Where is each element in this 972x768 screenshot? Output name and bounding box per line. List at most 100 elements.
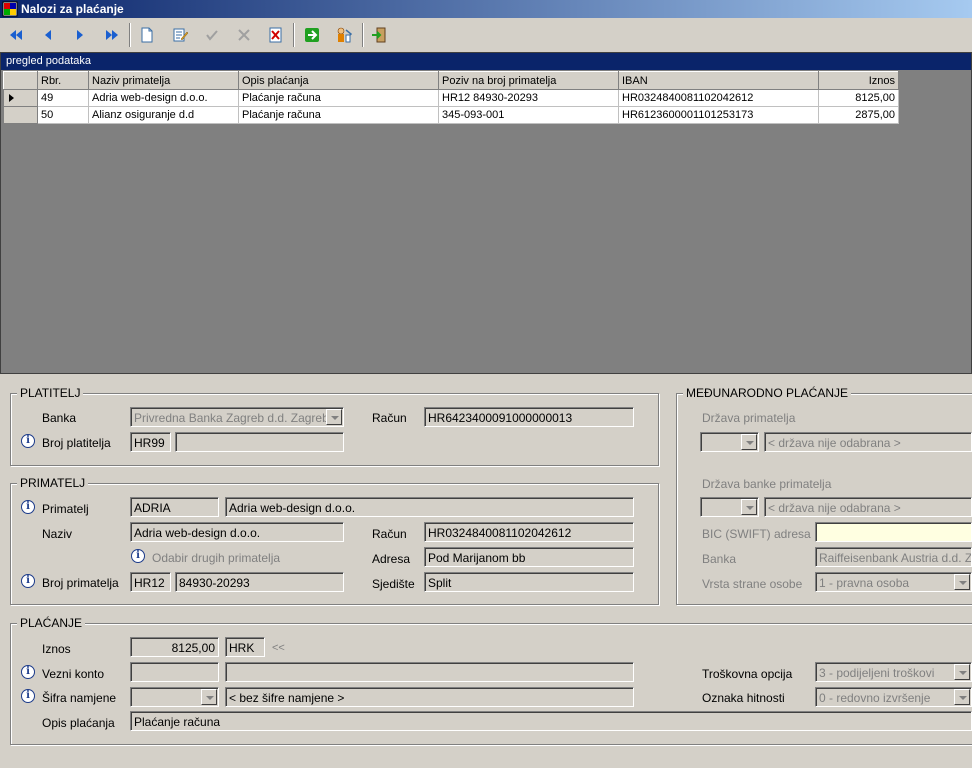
- dropdown-arrow-icon[interactable]: [954, 664, 970, 680]
- opis-placanja-field[interactable]: Plaćanje računa: [130, 711, 972, 731]
- primatelj-code-field[interactable]: ADRIA: [130, 497, 219, 517]
- cell-naziv[interactable]: Adria web-design d.o.o.: [88, 89, 239, 107]
- row-arrow-icon: [9, 94, 14, 102]
- oznaka-hitnosti-value: 0 - redovno izvršenje: [819, 691, 931, 705]
- dropdown-arrow-icon[interactable]: [954, 689, 970, 705]
- dropdown-arrow-icon[interactable]: [954, 574, 970, 590]
- last-record-button[interactable]: [100, 23, 124, 47]
- cancel-button[interactable]: [232, 23, 256, 47]
- primatelj-sjediste-field[interactable]: Split: [424, 572, 634, 592]
- title-bar: Nalozi za plaćanje: [0, 0, 972, 18]
- exit-door-icon: [372, 27, 386, 43]
- new-record-button[interactable]: [135, 23, 159, 47]
- next-icon: [77, 30, 83, 40]
- vrsta-osobe-dropdown[interactable]: 1 - pravna osoba: [815, 572, 972, 592]
- dropdown-arrow-icon[interactable]: [326, 409, 342, 425]
- column-header-poziv[interactable]: Poziv na broj primatelja: [438, 71, 619, 90]
- drzava-banke-field[interactable]: < država nije odabrana >: [764, 497, 972, 517]
- previous-icon: [45, 30, 51, 40]
- vezni-konto-label: Vezni konto: [42, 667, 105, 681]
- column-header-opis[interactable]: Opis plaćanja: [238, 71, 439, 90]
- primatelj-adresa-field[interactable]: Pod Marijanom bb: [424, 547, 634, 567]
- row-indicator: [3, 106, 38, 124]
- info-icon[interactable]: i: [21, 500, 35, 514]
- primatelj-broj-field[interactable]: 84930-20293: [175, 572, 344, 592]
- cell-rbr[interactable]: 50: [37, 106, 89, 124]
- sifra-namjene-field[interactable]: < bez šifre namjene >: [225, 687, 634, 707]
- primatelj-label: Primatelj: [42, 502, 89, 516]
- toolbar: [0, 19, 972, 51]
- last-icon: [106, 30, 118, 40]
- confirm-button[interactable]: [200, 23, 224, 47]
- column-header-rbr[interactable]: Rbr.: [37, 71, 89, 90]
- drzava-primatelja-field[interactable]: < država nije odabrana >: [764, 432, 972, 452]
- troskovna-opcija-dropdown[interactable]: 3 - podijeljeni troškovi: [815, 662, 972, 682]
- cell-poziv[interactable]: HR12 84930-20293: [438, 89, 619, 107]
- next-record-button[interactable]: [68, 23, 92, 47]
- platitelj-group-title: PLATITELJ: [17, 386, 84, 400]
- previous-record-button[interactable]: [36, 23, 60, 47]
- info-icon[interactable]: i: [21, 665, 35, 679]
- primatelj-model-field[interactable]: HR12: [130, 572, 171, 592]
- info-icon[interactable]: i: [21, 574, 35, 588]
- valuta-field[interactable]: HRK: [225, 637, 265, 657]
- cell-iznos[interactable]: 2875,00: [818, 106, 899, 124]
- toolbar-separator: [293, 23, 295, 47]
- table-row[interactable]: 50 Alianz osiguranje d.d Plaćanje računa…: [3, 106, 899, 124]
- primatelj-broj-label: Broj primatelja: [42, 576, 119, 590]
- primatelj-adresa-label: Adresa: [372, 552, 411, 566]
- cell-iban[interactable]: HR0324840081102042612: [618, 89, 819, 107]
- primatelj-racun-field[interactable]: HR0324840081102042612: [424, 522, 634, 542]
- primatelj-naziv-label: Naziv: [42, 527, 73, 541]
- drzava-primatelja-label: Država primatelja: [702, 411, 796, 425]
- info-icon[interactable]: i: [21, 434, 35, 448]
- platitelj-banka-dropdown[interactable]: Privredna Banka Zagreb d.d. Zagreb: [130, 407, 344, 427]
- oznaka-hitnosti-dropdown[interactable]: 0 - redovno izvršenje: [815, 687, 972, 707]
- delete-record-button[interactable]: [264, 23, 288, 47]
- cell-naziv[interactable]: Alianz osiguranje d.d: [88, 106, 239, 124]
- cell-rbr[interactable]: 49: [37, 89, 89, 107]
- bic-input[interactable]: [815, 522, 972, 542]
- column-header-iban[interactable]: IBAN: [618, 71, 819, 90]
- cell-opis[interactable]: Plaćanje računa: [238, 106, 439, 124]
- drzava-primatelja-code-dropdown[interactable]: [700, 432, 759, 452]
- row-indicator-header: [3, 71, 38, 90]
- column-header-iznos[interactable]: Iznos: [818, 71, 899, 90]
- vezni-konto-field[interactable]: [225, 662, 634, 682]
- primatelj-racun-label: Račun: [372, 527, 407, 541]
- cell-iznos[interactable]: 8125,00: [818, 89, 899, 107]
- primatelj-name-field[interactable]: Adria web-design d.o.o.: [225, 497, 634, 517]
- expand-chevrons-icon[interactable]: <<: [272, 642, 285, 654]
- info-icon[interactable]: i: [21, 689, 35, 703]
- cell-opis[interactable]: Plaćanje računa: [238, 89, 439, 107]
- odabir-primatelja-link[interactable]: Odabir drugih primatelja: [152, 551, 280, 565]
- platitelj-racun-field[interactable]: HR6423400091000000013: [424, 407, 634, 427]
- platitelj-broj-field[interactable]: [175, 432, 344, 452]
- execute-button[interactable]: [300, 23, 324, 47]
- toolbar-separator: [362, 23, 364, 47]
- platitelj-banka-value: Privredna Banka Zagreb d.d. Zagreb: [134, 411, 329, 425]
- cell-iban[interactable]: HR6123600001101253173: [618, 106, 819, 124]
- first-record-button[interactable]: [4, 23, 28, 47]
- iznos-field[interactable]: 8125,00: [130, 637, 219, 657]
- sifra-namjene-dropdown[interactable]: [130, 687, 219, 707]
- edit-record-button[interactable]: [168, 23, 192, 47]
- exit-button[interactable]: [367, 23, 391, 47]
- user-settings-button[interactable]: [332, 23, 356, 47]
- user-key-icon: [337, 27, 353, 43]
- cell-poziv[interactable]: 345-093-001: [438, 106, 619, 124]
- dropdown-arrow-icon[interactable]: [741, 434, 757, 450]
- records-table: Rbr. Naziv primatelja Opis plaćanja Pozi…: [3, 71, 899, 124]
- dropdown-arrow-icon[interactable]: [201, 689, 217, 705]
- medjunarodno-banka-field[interactable]: Raiffeisenbank Austria d.d. Zagr: [815, 547, 972, 567]
- vezni-konto-code-field[interactable]: [130, 662, 219, 682]
- primatelj-naziv-field[interactable]: Adria web-design d.o.o.: [130, 522, 344, 542]
- platitelj-racun-label: Račun: [372, 411, 407, 425]
- column-header-naziv[interactable]: Naziv primatelja: [88, 71, 239, 90]
- table-row[interactable]: 49 Adria web-design d.o.o. Plaćanje raču…: [3, 89, 899, 107]
- drzava-banke-code-dropdown[interactable]: [700, 497, 759, 517]
- info-icon[interactable]: i: [131, 549, 145, 563]
- platitelj-model-field[interactable]: HR99: [130, 432, 171, 452]
- dropdown-arrow-icon[interactable]: [741, 499, 757, 515]
- iznos-label: Iznos: [42, 642, 71, 656]
